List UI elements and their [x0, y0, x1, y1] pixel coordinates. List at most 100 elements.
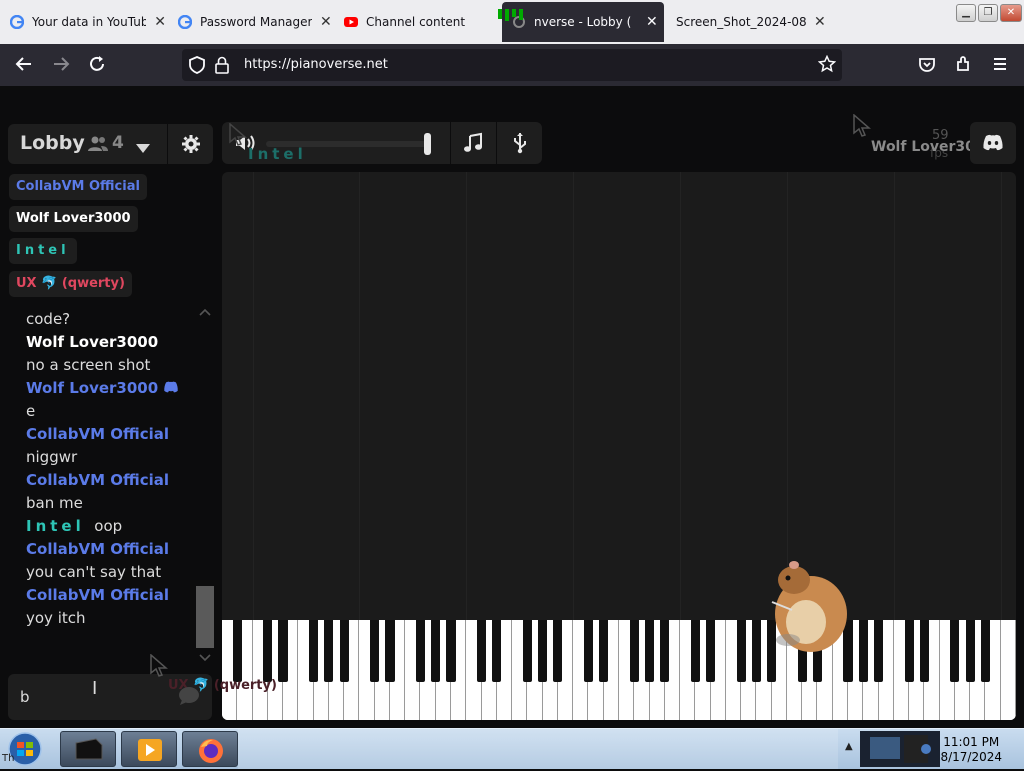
black-key[interactable] — [431, 620, 441, 682]
back-arrow-icon[interactable] — [13, 54, 35, 76]
black-key[interactable] — [919, 620, 929, 682]
chevron-down-icon[interactable] — [136, 139, 150, 158]
taskbar-app-firefox[interactable] — [182, 731, 238, 767]
browser-tab-active[interactable]: nverse - Lobby ( ✕ — [502, 2, 664, 42]
black-key[interactable] — [263, 620, 273, 682]
reload-icon[interactable] — [86, 54, 108, 76]
room-name: Lobby — [20, 132, 85, 154]
music-note-icon[interactable] — [462, 132, 484, 158]
bookmark-star-icon[interactable] — [817, 54, 837, 77]
tray-expand-icon[interactable]: ▲ — [845, 741, 853, 752]
chat-author[interactable]: CollabVM Official — [26, 540, 169, 558]
black-key[interactable] — [538, 620, 548, 682]
black-key[interactable] — [858, 620, 868, 682]
chat-bubble-icon[interactable] — [178, 686, 200, 710]
taskbar-app-piano[interactable] — [60, 731, 116, 767]
browser-tab[interactable]: Your data in YouTub ✕ — [0, 4, 166, 40]
media-player-icon — [138, 739, 162, 761]
usb-midi-icon[interactable] — [512, 132, 528, 158]
volume-slider-thumb[interactable] — [424, 133, 431, 155]
chat-author[interactable]: Intel — [26, 517, 85, 535]
chat-author[interactable]: CollabVM Official — [26, 471, 169, 489]
piano-room[interactable] — [222, 172, 1016, 720]
system-clock[interactable]: 11:01 PM 8/17/2024 — [940, 735, 1002, 765]
black-key[interactable] — [980, 620, 991, 682]
black-key[interactable] — [309, 620, 319, 682]
discord-button[interactable] — [970, 122, 1016, 164]
divider — [450, 122, 451, 164]
chat-input-box[interactable]: b I UX 🐬 (qwerty) — [8, 674, 277, 720]
scroll-up-icon[interactable] — [199, 308, 211, 316]
chat-author[interactable]: CollabVM Official — [26, 425, 169, 443]
white-key[interactable] — [1000, 620, 1016, 720]
chat-author[interactable]: Wolf Lover3000 — [26, 379, 158, 397]
close-tab-icon[interactable]: ✕ — [154, 14, 166, 30]
black-key[interactable] — [599, 620, 609, 682]
black-key[interactable] — [278, 620, 288, 682]
forward-arrow-icon[interactable] — [50, 54, 72, 76]
black-key[interactable] — [644, 620, 655, 682]
extensions-icon[interactable] — [953, 54, 975, 76]
minimize-window-button[interactable]: ▁ — [956, 4, 976, 22]
octave-guide — [680, 172, 682, 620]
black-key[interactable] — [476, 620, 487, 682]
black-key[interactable] — [339, 620, 349, 682]
chat-scrollbar[interactable] — [196, 306, 214, 666]
menu-hamburger-icon[interactable] — [989, 54, 1011, 76]
tab-title: Your data in YouTub — [32, 15, 147, 29]
black-key[interactable] — [965, 620, 975, 682]
close-window-button[interactable]: ✕ — [1000, 4, 1022, 22]
scrollbar-thumb[interactable] — [196, 586, 214, 648]
black-key[interactable] — [446, 620, 456, 682]
octave-guide — [573, 172, 575, 620]
user-chip[interactable]: UX 🐬 (qwerty) — [9, 271, 132, 297]
black-key[interactable] — [324, 620, 334, 682]
chat-log[interactable]: code? Wolf Lover3000 no a screen shot Wo… — [26, 308, 184, 654]
user-chip[interactable]: Intel — [9, 238, 77, 264]
black-key[interactable] — [629, 620, 639, 682]
chat-message: CollabVM Official you can't say that — [26, 538, 184, 584]
black-key[interactable] — [690, 620, 700, 682]
chat-input[interactable]: b — [20, 688, 30, 706]
octave-guide — [1000, 172, 1002, 620]
settings-button[interactable] — [167, 124, 213, 164]
black-key[interactable] — [370, 620, 380, 682]
chat-author[interactable]: CollabVM Official — [26, 586, 169, 604]
pocket-icon[interactable] — [916, 54, 938, 76]
close-tab-icon[interactable]: ✕ — [646, 14, 658, 30]
black-key[interactable] — [385, 620, 395, 682]
black-key[interactable] — [950, 620, 960, 682]
remote-cursor-label: Intel — [248, 145, 307, 163]
black-key[interactable] — [660, 620, 670, 682]
discord-icon — [982, 134, 1004, 155]
black-key[interactable] — [873, 620, 884, 682]
taskbar-app-media[interactable] — [121, 731, 177, 767]
black-key[interactable] — [492, 620, 502, 682]
close-tab-icon[interactable]: ✕ — [814, 14, 826, 30]
browser-tab[interactable]: Screen_Shot_2024-08-17 ✕ — [668, 4, 830, 40]
user-chip[interactable]: CollabVM Official — [9, 174, 147, 200]
close-tab-icon[interactable]: ✕ — [320, 14, 332, 30]
black-key[interactable] — [232, 620, 242, 682]
black-key[interactable] — [583, 620, 594, 682]
tray-thumbnail[interactable] — [860, 731, 940, 767]
chat-author[interactable]: Wolf Lover3000 — [26, 333, 158, 351]
lock-icon[interactable] — [214, 56, 230, 78]
restore-window-button[interactable]: ❐ — [978, 4, 998, 22]
scroll-down-icon[interactable] — [199, 654, 211, 662]
black-key[interactable] — [904, 620, 914, 682]
shield-icon[interactable] — [188, 55, 206, 79]
black-key[interactable] — [553, 620, 563, 682]
black-key[interactable] — [751, 620, 761, 682]
taskbar-empty-area — [238, 729, 838, 769]
piano-keyboard[interactable] — [222, 620, 1016, 720]
black-key[interactable] — [522, 620, 532, 682]
user-chip[interactable]: Wolf Lover3000 — [9, 206, 138, 232]
black-key[interactable] — [706, 620, 716, 682]
black-key[interactable] — [736, 620, 746, 682]
sound-playing-icon — [498, 6, 526, 21]
address-bar[interactable]: https://pianoverse.net — [182, 49, 842, 81]
browser-tab[interactable]: Channel content — [334, 4, 502, 40]
black-key[interactable] — [415, 620, 426, 682]
browser-tab[interactable]: Password Manager ✕ — [168, 4, 334, 40]
